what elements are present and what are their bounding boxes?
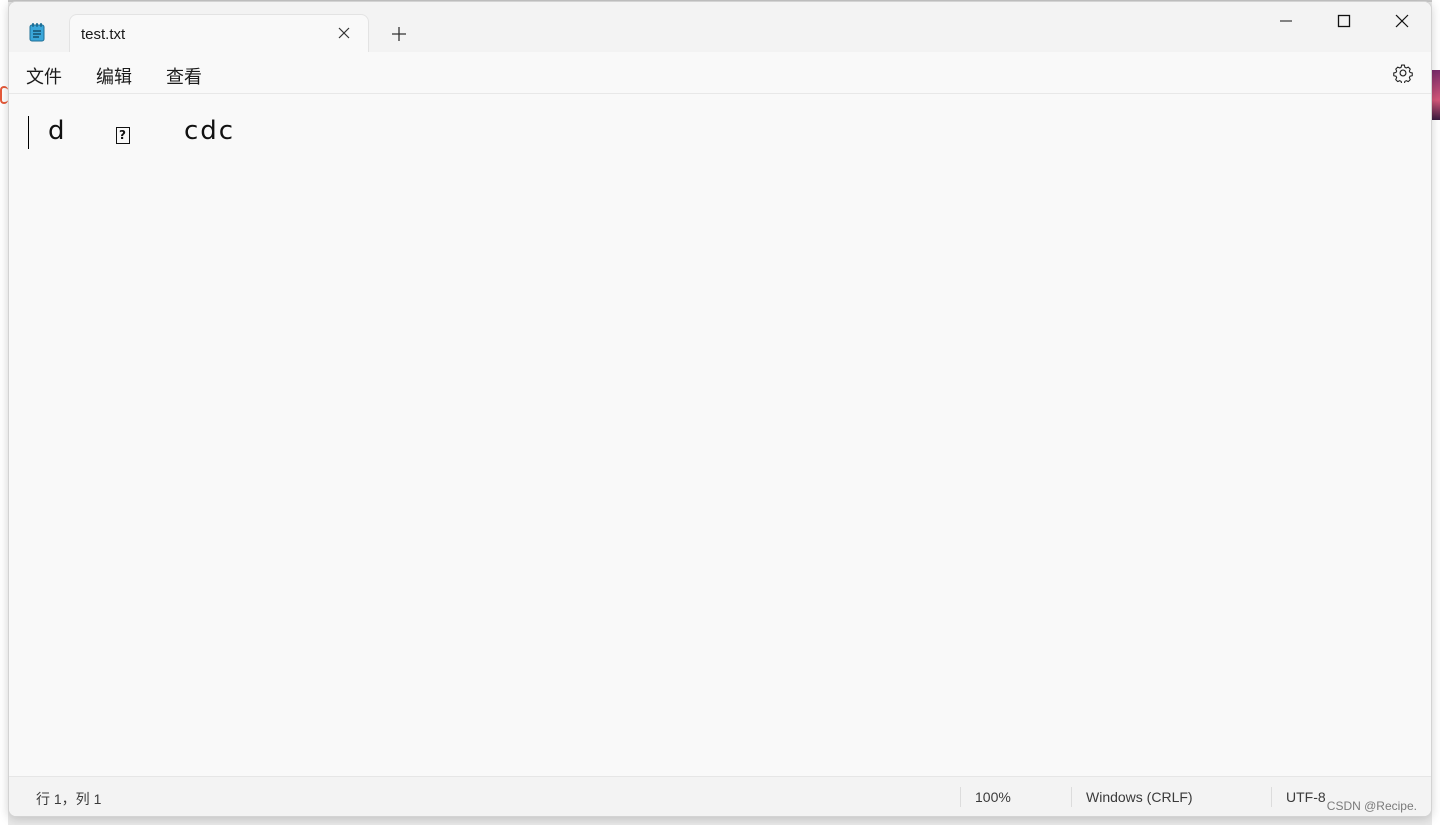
plus-icon[interactable]: [389, 24, 409, 44]
notepad-window: test.txt 文件 编辑 查看 d ? cdc 行 1，列 1 100% W…: [8, 1, 1432, 817]
close-window-button[interactable]: [1377, 6, 1427, 36]
title-bar[interactable]: test.txt: [9, 2, 1431, 53]
notepad-icon: [29, 22, 45, 42]
status-divider: [1071, 787, 1072, 807]
background-window-right: [1432, 0, 1440, 825]
status-divider: [960, 787, 961, 807]
background-window-left: [0, 0, 8, 825]
close-icon[interactable]: [336, 25, 352, 41]
editor-text-d: d: [48, 116, 66, 146]
menu-edit[interactable]: 编辑: [96, 63, 132, 89]
editor-content: d ? cdc: [28, 116, 233, 266]
encoding[interactable]: UTF-8: [1286, 789, 1326, 805]
gear-icon[interactable]: [1393, 63, 1413, 85]
menu-view[interactable]: 查看: [166, 63, 202, 89]
text-editor-area[interactable]: d ? cdc: [9, 94, 1431, 776]
maximize-icon: [1337, 14, 1351, 28]
maximize-button[interactable]: [1319, 6, 1369, 36]
tab-test-txt[interactable]: test.txt: [69, 14, 369, 53]
menu-file[interactable]: 文件: [26, 63, 62, 89]
zoom-level[interactable]: 100%: [975, 789, 1011, 805]
background-fragment: [0, 86, 8, 104]
unknown-char-glyph: ?: [116, 127, 130, 144]
tab-title: test.txt: [81, 26, 126, 43]
status-divider: [1271, 787, 1272, 807]
watermark: CSDN @Recipe.: [1326, 799, 1417, 813]
status-bar: 行 1，列 1 100% Windows (CRLF) UTF-8 CSDN @…: [9, 776, 1431, 816]
background-fragment: [1432, 70, 1440, 120]
editor-text-cdc: cdc: [184, 116, 236, 146]
minimize-icon: [1280, 20, 1292, 22]
line-ending[interactable]: Windows (CRLF): [1086, 789, 1193, 805]
cursor-position: 行 1，列 1: [36, 791, 102, 807]
minimize-button[interactable]: [1261, 6, 1311, 36]
menu-bar: 文件 编辑 查看: [9, 52, 1431, 94]
close-icon: [1395, 14, 1409, 28]
